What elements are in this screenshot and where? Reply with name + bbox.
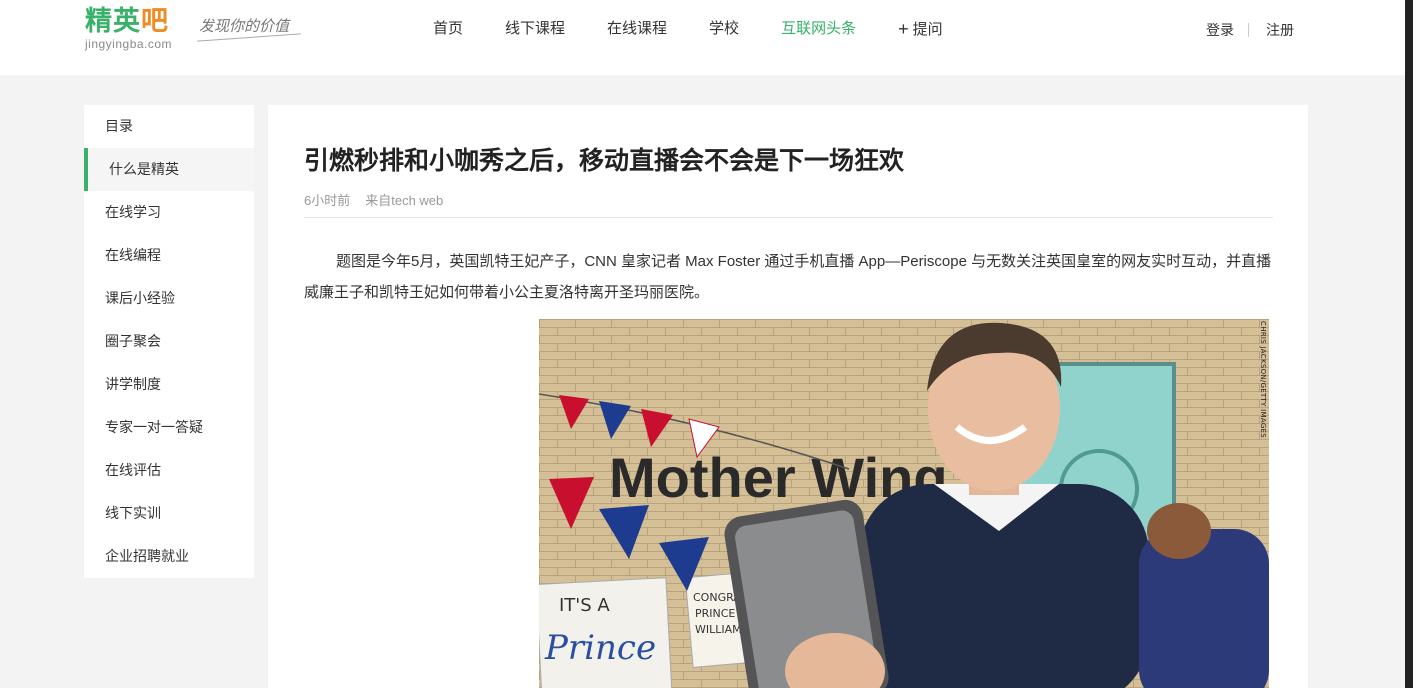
card-prince-text: Prince — [544, 628, 656, 668]
toc-item-lecture-system[interactable]: 讲学制度 — [84, 363, 254, 406]
toc-item-what-is-elite[interactable]: 什么是精英 — [84, 148, 254, 191]
card-congrats-line3: WILLIAM — [695, 623, 742, 636]
article-card: 引燃秒排和小咖秀之后，移动直播会不会是下一场狂欢 6小时前 来自tech web … — [268, 105, 1308, 688]
card-congrats-line2: PRINCE — [695, 607, 735, 620]
article-time: 6小时前 — [304, 193, 351, 208]
site-header: 精英吧 jingyingba.com 发现你的价值 首页 线下课程 在线课程 学… — [0, 0, 1405, 75]
nav-internet-headlines[interactable]: 互联网头条 — [781, 19, 856, 40]
table-of-contents: 目录 什么是精英 在线学习 在线编程 课后小经验 圈子聚会 讲学制度 专家一对一… — [84, 105, 254, 578]
nav-ask-label: 提问 — [912, 21, 943, 38]
article-title: 引燃秒排和小咖秀之后，移动直播会不会是下一场狂欢 — [304, 147, 905, 175]
register-link[interactable]: 注册 — [1266, 20, 1294, 40]
nav-offline-courses[interactable]: 线下课程 — [505, 19, 565, 40]
toc-item-expert-qa[interactable]: 专家一对一答疑 — [84, 406, 254, 449]
toc-item-after-class-tips[interactable]: 课后小经验 — [84, 277, 254, 320]
toc-item-offline-training[interactable]: 线下实训 — [84, 492, 254, 535]
article-source[interactable]: 来自tech web — [365, 193, 443, 208]
toc-item-online-coding[interactable]: 在线编程 — [84, 234, 254, 277]
nav-ask-question[interactable]: + 提问 — [898, 19, 943, 40]
bystander — [1139, 529, 1269, 688]
logo-slogan: 发现你的价值 — [199, 17, 290, 35]
article-photo: Mother Wing IT'S A Prince CONGRA PRINCE … — [539, 319, 1269, 688]
meta-divider — [304, 217, 1273, 218]
photo-credit: CHRIS JACKSON/GETTY IMAGES — [1259, 321, 1267, 439]
nav-online-courses[interactable]: 在线课程 — [607, 19, 667, 40]
photo-illustration: Mother Wing IT'S A Prince CONGRA PRINCE … — [539, 319, 1269, 688]
toc-item-online-learning[interactable]: 在线学习 — [84, 191, 254, 234]
nav-school[interactable]: 学校 — [709, 19, 739, 40]
toc-item-meetups[interactable]: 圈子聚会 — [84, 320, 254, 363]
auth-links: 登录 注册 — [1206, 20, 1294, 40]
article-meta: 6小时前 来自tech web — [304, 190, 443, 209]
bystander-hair — [1147, 503, 1211, 559]
toc-item-job-placement[interactable]: 企业招聘就业 — [84, 535, 254, 578]
login-link[interactable]: 登录 — [1206, 20, 1234, 40]
logo-wordmark: 精英吧 — [85, 6, 169, 36]
auth-divider — [1248, 23, 1249, 37]
nav-home[interactable]: 首页 — [433, 19, 463, 40]
logo-domain: jingyingba.com — [85, 37, 173, 51]
card-its-a-text: IT'S A — [559, 595, 610, 616]
article-paragraph: 题图是今年5月，英国凯特王妃产子，CNN 皇家记者 Max Foster 通过手… — [304, 253, 1272, 301]
site-logo[interactable]: 精英吧 jingyingba.com — [85, 6, 172, 51]
window-scrollbar[interactable] — [1405, 0, 1413, 688]
toc-title: 目录 — [105, 118, 133, 134]
plus-icon: + — [898, 19, 909, 39]
toc-item-online-assessment[interactable]: 在线评估 — [84, 449, 254, 492]
main-nav: 首页 线下课程 在线课程 学校 互联网头条 + 提问 — [433, 19, 985, 40]
